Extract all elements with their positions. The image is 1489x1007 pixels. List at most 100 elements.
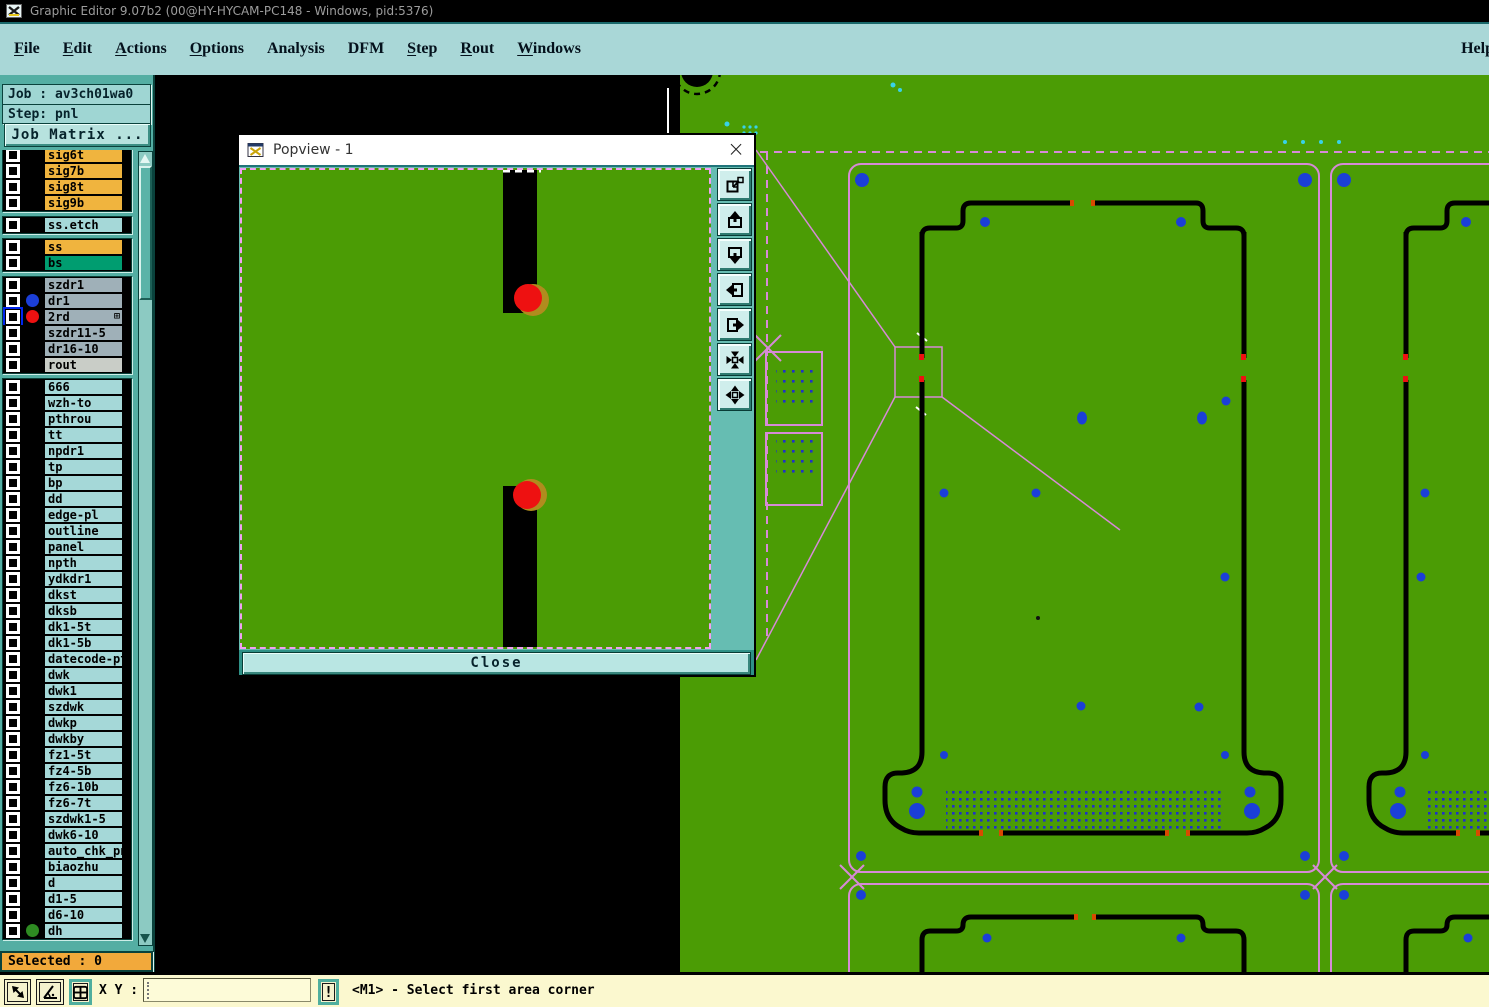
layer-row-d6-10[interactable]: d6-10 bbox=[3, 907, 131, 923]
menu-dfm[interactable]: DFM bbox=[348, 40, 384, 58]
layer-row-sig9b[interactable]: sig9b bbox=[3, 195, 131, 211]
layer-name[interactable]: ydkdr1 bbox=[45, 572, 122, 586]
layer-name[interactable]: d1-5 bbox=[45, 892, 122, 906]
layer-row-2rd[interactable]: 2rd ⊞ bbox=[3, 309, 131, 325]
layer-name[interactable]: dk1-5t bbox=[45, 620, 122, 634]
layer-visibility-checkbox[interactable] bbox=[5, 779, 21, 795]
layer-row-dr1[interactable]: dr1 bbox=[3, 293, 131, 309]
layer-row-tt[interactable]: tt bbox=[3, 427, 131, 443]
layer-row-wzh-to[interactable]: wzh-to bbox=[3, 395, 131, 411]
layer-row-sig7b[interactable]: sig7b bbox=[3, 163, 131, 179]
layer-visibility-checkbox[interactable] bbox=[5, 715, 21, 731]
layer-name[interactable]: outline bbox=[45, 524, 122, 538]
layer-list-scrollbar[interactable] bbox=[138, 151, 153, 946]
menu-file[interactable]: File bbox=[14, 40, 40, 58]
layer-visibility-checkbox[interactable] bbox=[5, 293, 21, 309]
layer-visibility-checkbox[interactable] bbox=[5, 683, 21, 699]
layer-visibility-checkbox[interactable] bbox=[5, 795, 21, 811]
menu-windows[interactable]: Windows bbox=[517, 40, 581, 58]
layer-visibility-checkbox[interactable] bbox=[5, 217, 21, 233]
layer-visibility-checkbox[interactable] bbox=[5, 811, 21, 827]
layer-row-npdr1[interactable]: npdr1 bbox=[3, 443, 131, 459]
pan-left-button[interactable] bbox=[717, 273, 752, 306]
layer-name[interactable]: panel bbox=[45, 540, 122, 554]
layer-visibility-checkbox[interactable] bbox=[5, 555, 21, 571]
menu-edit[interactable]: Edit bbox=[63, 40, 92, 58]
layer-visibility-checkbox[interactable] bbox=[5, 827, 21, 843]
layer-visibility-checkbox[interactable] bbox=[5, 341, 21, 357]
layer-visibility-checkbox[interactable] bbox=[5, 411, 21, 427]
layer-visibility-checkbox[interactable] bbox=[5, 443, 21, 459]
layer-row-dwk[interactable]: dwk bbox=[3, 667, 131, 683]
layer-visibility-checkbox[interactable] bbox=[5, 859, 21, 875]
layer-visibility-checkbox[interactable] bbox=[5, 195, 21, 211]
scroll-up-icon[interactable] bbox=[140, 154, 150, 163]
layer-name[interactable]: szdwk bbox=[45, 700, 122, 714]
layer-visibility-checkbox[interactable] bbox=[5, 163, 21, 179]
popview-close-button[interactable]: Close bbox=[242, 652, 751, 675]
layer-row-ss.etch[interactable]: ss.etch bbox=[3, 217, 131, 233]
layer-visibility-checkbox[interactable] bbox=[5, 891, 21, 907]
layer-visibility-checkbox[interactable] bbox=[5, 309, 21, 325]
layer-row-ss[interactable]: ss bbox=[3, 239, 131, 255]
layer-visibility-checkbox[interactable] bbox=[5, 667, 21, 683]
close-icon[interactable]: × bbox=[724, 135, 748, 163]
layer-row-fz1-5t[interactable]: fz1-5t bbox=[3, 747, 131, 763]
layer-row-biaozhu[interactable]: biaozhu bbox=[3, 859, 131, 875]
layer-visibility-checkbox[interactable] bbox=[5, 507, 21, 523]
layer-name[interactable]: sig6t bbox=[45, 150, 122, 162]
layer-visibility-checkbox[interactable] bbox=[5, 255, 21, 271]
layer-name[interactable]: dk1-5b bbox=[45, 636, 122, 650]
layer-name[interactable]: tp bbox=[45, 460, 122, 474]
layer-visibility-checkbox[interactable] bbox=[5, 277, 21, 293]
copy-to-main-button[interactable] bbox=[717, 168, 752, 201]
pan-down-button[interactable] bbox=[717, 238, 752, 271]
layer-name[interactable]: dksb bbox=[45, 604, 122, 618]
layer-row-d1-5[interactable]: d1-5 bbox=[3, 891, 131, 907]
layer-name[interactable]: auto_chk_pnl bbox=[45, 844, 122, 858]
layer-visibility-checkbox[interactable] bbox=[5, 150, 21, 163]
menu-help[interactable]: Help bbox=[1461, 24, 1489, 73]
layer-name[interactable]: szdwk1-5 bbox=[45, 812, 122, 826]
grid-snap-button[interactable] bbox=[69, 979, 92, 1005]
popview-titlebar[interactable]: Popview - 1 × bbox=[239, 135, 754, 167]
layer-name[interactable]: datecode-pt bbox=[45, 652, 122, 666]
pan-up-button[interactable] bbox=[717, 203, 752, 236]
layer-name[interactable]: fz4-5b bbox=[45, 764, 122, 778]
layer-name[interactable]: szdr11-5 bbox=[45, 326, 122, 340]
layer-name[interactable]: d bbox=[45, 876, 122, 890]
popview-viewport[interactable] bbox=[240, 168, 711, 649]
layer-name[interactable]: fz6-7t bbox=[45, 796, 122, 810]
layer-row-dk1-5t[interactable]: dk1-5t bbox=[3, 619, 131, 635]
layer-row-sig6t[interactable]: sig6t bbox=[3, 150, 131, 163]
layer-name[interactable]: dwk1 bbox=[45, 684, 122, 698]
layer-visibility-checkbox[interactable] bbox=[5, 619, 21, 635]
layer-visibility-checkbox[interactable] bbox=[5, 523, 21, 539]
layer-name[interactable]: pthrou bbox=[45, 412, 122, 426]
layer-visibility-checkbox[interactable] bbox=[5, 459, 21, 475]
layer-visibility-checkbox[interactable] bbox=[5, 179, 21, 195]
layer-name[interactable]: dwk bbox=[45, 668, 122, 682]
layer-row-pthrou[interactable]: pthrou bbox=[3, 411, 131, 427]
layer-row-bp[interactable]: bp bbox=[3, 475, 131, 491]
menu-rout[interactable]: Rout bbox=[460, 40, 494, 58]
layer-name[interactable]: edge-pl bbox=[45, 508, 122, 522]
layer-row-rout[interactable]: rout bbox=[3, 357, 131, 373]
layer-row-panel[interactable]: panel bbox=[3, 539, 131, 555]
zoom-out-button[interactable] bbox=[717, 378, 752, 411]
layer-name[interactable]: dkst bbox=[45, 588, 122, 602]
layer-row-dh[interactable]: dh bbox=[3, 923, 131, 939]
layer-row-dkst[interactable]: dkst bbox=[3, 587, 131, 603]
layer-name[interactable]: dwk6-10 bbox=[45, 828, 122, 842]
layer-name[interactable]: bs bbox=[45, 256, 122, 270]
layer-row-fz4-5b[interactable]: fz4-5b bbox=[3, 763, 131, 779]
layer-name[interactable]: npth bbox=[45, 556, 122, 570]
layer-visibility-checkbox[interactable] bbox=[5, 907, 21, 923]
layer-row-datecode-pt[interactable]: datecode-pt bbox=[3, 651, 131, 667]
layer-row-bs[interactable]: bs bbox=[3, 255, 131, 271]
layer-visibility-checkbox[interactable] bbox=[5, 491, 21, 507]
layer-row-dwkp[interactable]: dwkp bbox=[3, 715, 131, 731]
menu-analysis[interactable]: Analysis bbox=[267, 40, 325, 58]
layer-name[interactable]: dwkp bbox=[45, 716, 122, 730]
layer-expand-icon[interactable]: ⊞ bbox=[114, 311, 120, 323]
